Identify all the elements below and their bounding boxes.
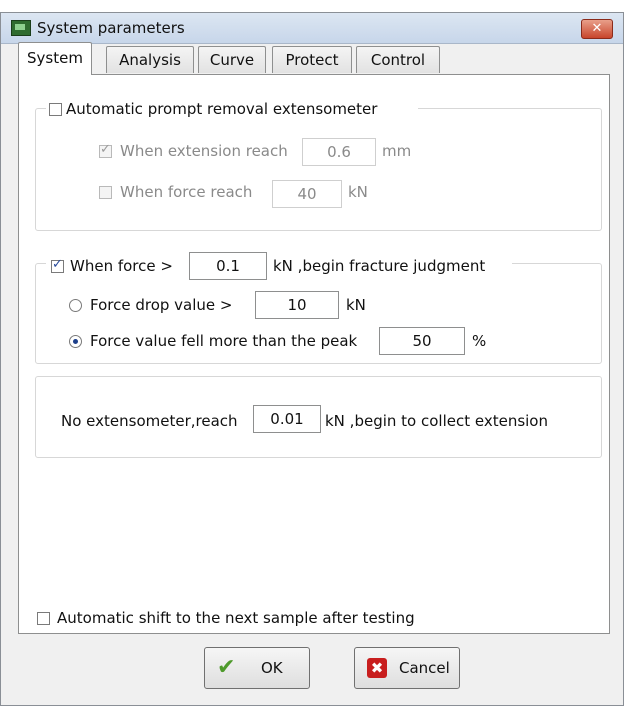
cancel-button[interactable]: ✖ Cancel bbox=[354, 647, 460, 689]
ok-button[interactable]: ✔ OK bbox=[204, 647, 310, 689]
title-bar: System parameters ✕ bbox=[1, 13, 623, 44]
cancel-x-icon: ✖ bbox=[367, 658, 387, 678]
cancel-button-label: Cancel bbox=[399, 659, 450, 677]
window-title: System parameters bbox=[37, 19, 185, 37]
app-icon bbox=[11, 20, 31, 36]
force-reach-label: When force reach bbox=[120, 183, 253, 201]
extension-unit: mm bbox=[382, 142, 412, 160]
tab-protect[interactable]: Protect bbox=[272, 46, 352, 73]
checkmark-icon: ✔ bbox=[217, 655, 236, 680]
tab-curve[interactable]: Curve bbox=[198, 46, 266, 73]
fracture-suffix-label: kN ,begin fracture judgment bbox=[273, 257, 486, 275]
peak-drop-label: Force value fell more than the peak bbox=[90, 332, 358, 350]
collect-prefix-label: No extensometer,reach bbox=[61, 412, 238, 430]
extension-reach-label: When extension reach bbox=[120, 142, 288, 160]
collect-force-input[interactable]: 0.01 bbox=[253, 405, 321, 433]
tab-system[interactable]: System bbox=[18, 42, 92, 75]
force-reach-input[interactable]: 40 bbox=[272, 180, 342, 208]
extensometer-checkbox[interactable] bbox=[49, 103, 62, 116]
tab-control[interactable]: Control bbox=[356, 46, 440, 73]
peak-drop-unit: % bbox=[472, 332, 487, 350]
force-reach-checkbox[interactable] bbox=[99, 186, 112, 199]
force-drop-unit: kN bbox=[346, 296, 366, 314]
fracture-force-input[interactable]: 0.1 bbox=[189, 252, 267, 280]
force-unit: kN bbox=[348, 183, 368, 201]
close-button[interactable]: ✕ bbox=[581, 19, 613, 39]
force-drop-radio[interactable] bbox=[69, 299, 82, 312]
auto-shift-label: Automatic shift to the next sample after… bbox=[57, 609, 415, 627]
auto-shift-checkbox[interactable] bbox=[37, 612, 50, 625]
peak-drop-radio[interactable] bbox=[69, 335, 82, 348]
force-drop-label: Force drop value > bbox=[90, 296, 233, 314]
fracture-prefix-label: When force > bbox=[70, 257, 173, 275]
force-drop-input[interactable]: 10 bbox=[255, 291, 339, 319]
extension-reach-checkbox[interactable] bbox=[99, 142, 112, 158]
ok-button-label: OK bbox=[261, 659, 283, 677]
collect-suffix-label: kN ,begin to collect extension bbox=[325, 412, 548, 430]
extension-reach-input[interactable]: 0.6 bbox=[302, 138, 376, 166]
tab-analysis[interactable]: Analysis bbox=[106, 46, 194, 73]
extensometer-label: Automatic prompt removal extensometer bbox=[66, 100, 378, 118]
extensometer-group bbox=[35, 108, 602, 231]
fracture-checkbox[interactable] bbox=[51, 257, 64, 273]
peak-drop-input[interactable]: 50 bbox=[379, 327, 465, 355]
